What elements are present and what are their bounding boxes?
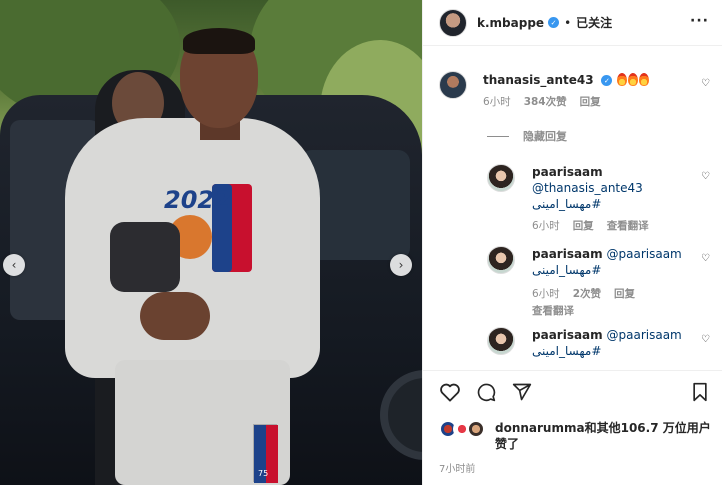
avatar[interactable] — [439, 71, 467, 99]
reply: paarisaam @thanasis_ante43 #مهسا_امینی 6… — [487, 164, 712, 233]
bag — [110, 222, 180, 292]
heart-icon[interactable] — [439, 382, 461, 402]
post-photo: 2022 75 ‹ › — [0, 0, 422, 485]
mention-link[interactable]: @paarisaam — [607, 247, 682, 261]
bookmark-icon[interactable] — [691, 382, 709, 402]
reply-username[interactable]: paarisaam — [532, 247, 603, 261]
reply: paarisaam @paarisaam #مهسا_امینی 6小时 2次赞… — [487, 246, 712, 318]
verified-icon: ✓ — [548, 17, 560, 28]
reply-username[interactable]: paarisaam — [532, 165, 603, 179]
verified-icon: ✓ — [601, 75, 613, 86]
post-time: 7小时前 — [439, 464, 476, 475]
comment-time: 6小时 — [483, 96, 511, 108]
avatar[interactable] — [439, 8, 467, 37]
fire-emoji — [616, 73, 650, 87]
see-translation-button[interactable]: 查看翻译 — [532, 303, 574, 318]
avatar[interactable] — [487, 327, 515, 355]
see-translation-button[interactable]: 查看翻译 — [607, 218, 649, 233]
comment-icon[interactable] — [475, 382, 497, 402]
comment: thanasis_ante43 ✓ 6小时 384次赞 回复 — [439, 71, 650, 109]
hair — [183, 28, 255, 54]
hashtag-link[interactable]: #مهسا_امینی — [532, 344, 601, 358]
reply-button[interactable]: 回复 — [614, 286, 635, 301]
comments-panel: k.mbappe ✓ • 已关注 ··· thanasis_ante43 ✓ 6… — [422, 0, 722, 485]
hashtag-link[interactable]: #مهسا_امینی — [532, 263, 601, 277]
avatar[interactable] — [487, 246, 515, 274]
chevron-right-icon: › — [398, 258, 404, 272]
comment-username[interactable]: thanasis_ante43 — [483, 73, 594, 87]
liker-avatars[interactable] — [439, 420, 493, 438]
heart-icon[interactable]: ♡ — [701, 253, 710, 264]
hide-replies-label: 隐藏回复 — [523, 130, 567, 143]
author-username[interactable]: k.mbappe — [477, 16, 544, 30]
hide-replies-button[interactable]: 隐藏回复 — [487, 128, 567, 144]
separator-dot: • — [564, 15, 572, 30]
action-bar — [423, 378, 722, 408]
post-header: k.mbappe ✓ • 已关注 ··· — [423, 0, 722, 46]
previous-image-button[interactable]: ‹ — [3, 254, 25, 276]
heart-icon[interactable]: ♡ — [701, 334, 710, 345]
more-icon[interactable]: ··· — [690, 13, 709, 29]
mention-link[interactable]: @paarisaam — [607, 328, 682, 342]
likes-summary: donnarumma和其他106.7 万位用户赞了 — [439, 420, 719, 452]
reply-likes[interactable]: 2次赞 — [573, 286, 601, 301]
hashtag-link[interactable]: #مهسا_امینی — [532, 197, 601, 211]
heart-icon[interactable]: ♡ — [701, 171, 710, 182]
reply-button[interactable]: 回复 — [580, 94, 601, 109]
avatar — [467, 420, 485, 438]
heart-icon[interactable]: ♡ — [701, 78, 710, 89]
mention-link[interactable]: @thanasis_ante43 — [532, 181, 643, 195]
divider — [423, 370, 722, 371]
liker-username[interactable]: donnarumma — [495, 421, 585, 435]
next-image-button[interactable]: › — [390, 254, 412, 276]
pants-logo: 75 — [253, 424, 278, 483]
follow-status-button[interactable]: 已关注 — [576, 14, 612, 31]
reply-time: 6小时 — [532, 288, 560, 300]
reply-button[interactable]: 回复 — [573, 218, 594, 233]
reply-time: 6小时 — [532, 220, 560, 232]
avatar[interactable] — [487, 164, 515, 192]
share-icon[interactable] — [511, 382, 533, 402]
reply: paarisaam @paarisaam #مهسا_امینی — [487, 327, 712, 359]
divider — [487, 135, 509, 137]
chevron-left-icon: ‹ — [11, 258, 17, 272]
comment-likes[interactable]: 384次赞 — [524, 94, 567, 109]
jersey-number: 75 — [258, 469, 269, 478]
reply-username[interactable]: paarisaam — [532, 328, 603, 342]
hand — [140, 292, 210, 340]
sweatshirt-year: 2022 — [164, 186, 231, 214]
